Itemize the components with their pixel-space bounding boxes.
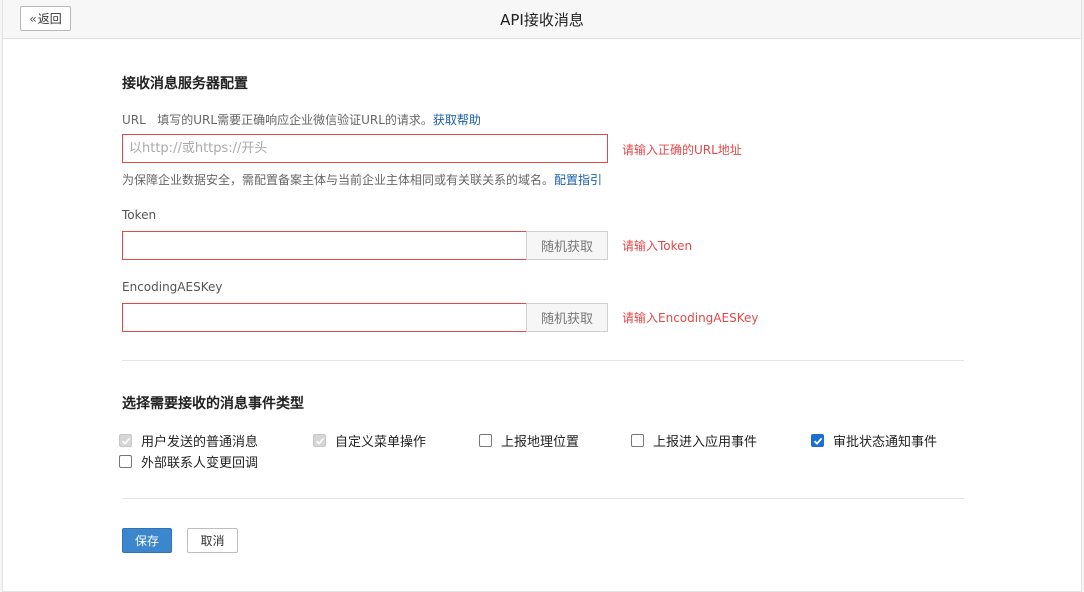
event-option-label: 外部联系人变更回调 bbox=[141, 456, 259, 471]
event-option-label: 用户发送的普通消息 bbox=[141, 435, 259, 450]
url-label: URL bbox=[122, 113, 146, 127]
aes-key-random-button[interactable]: 随机获取 bbox=[526, 303, 608, 332]
url-input-wrapper bbox=[122, 134, 608, 163]
checkbox-disabled-checked-icon bbox=[313, 434, 326, 447]
page-title: API接收消息 bbox=[500, 11, 584, 29]
event-option[interactable]: 自定义菜单操作 bbox=[313, 431, 426, 450]
event-option-label: 上报进入应用事件 bbox=[653, 435, 758, 450]
aes-key-error: 请输入EncodingAESKey bbox=[622, 311, 759, 325]
event-option[interactable]: 审批状态通知事件 bbox=[811, 431, 937, 450]
checkbox-unchecked-icon bbox=[479, 434, 492, 447]
event-option-label: 审批状态通知事件 bbox=[833, 435, 938, 450]
help-link[interactable]: 获取帮助 bbox=[433, 113, 481, 127]
checkbox-disabled-checked-icon bbox=[119, 434, 132, 447]
token-input-wrapper bbox=[122, 231, 527, 260]
page-frame: ‹‹ 返回 API接收消息 接收消息服务器配置 URL 填写的URL需要正确响应… bbox=[2, 0, 1082, 592]
url-note: 为保障企业数据安全，需配置备案主体与当前企业主体相同或有关联关系的域名。 bbox=[122, 173, 555, 187]
event-option-label: 自定义菜单操作 bbox=[335, 435, 427, 450]
checkbox-checked-icon bbox=[811, 434, 824, 447]
cancel-button[interactable]: 取消 bbox=[187, 528, 238, 553]
event-option[interactable]: 用户发送的普通消息 bbox=[119, 431, 258, 450]
event-option-label: 上报地理位置 bbox=[501, 435, 580, 450]
event-option[interactable]: 上报地理位置 bbox=[479, 431, 579, 450]
save-button[interactable]: 保存 bbox=[122, 528, 172, 553]
divider bbox=[122, 360, 964, 361]
aes-key-input-wrapper bbox=[122, 303, 527, 332]
events-title: 选择需要接收的消息事件类型 bbox=[122, 396, 304, 412]
divider bbox=[122, 498, 964, 499]
top-bar: ‹‹ 返回 API接收消息 bbox=[3, 0, 1081, 39]
checkbox-unchecked-icon bbox=[631, 434, 644, 447]
aes-key-input[interactable] bbox=[129, 304, 526, 331]
url-note-line: 为保障企业数据安全，需配置备案主体与当前企业主体相同或有关联关系的域名。配置指引 bbox=[122, 171, 602, 188]
token-input[interactable] bbox=[129, 232, 526, 259]
token-label: Token bbox=[122, 208, 157, 222]
url-error: 请输入正确的URL地址 bbox=[622, 143, 742, 157]
server-config-title: 接收消息服务器配置 bbox=[122, 76, 248, 92]
event-option[interactable]: 上报进入应用事件 bbox=[631, 431, 757, 450]
config-guide-link[interactable]: 配置指引 bbox=[554, 173, 602, 187]
token-random-button[interactable]: 随机获取 bbox=[526, 231, 608, 260]
checkbox-unchecked-icon bbox=[119, 455, 132, 468]
token-error: 请输入Token bbox=[622, 239, 693, 253]
url-hint-line: URL 填写的URL需要正确响应企业微信验证URL的请求。获取帮助 bbox=[122, 111, 481, 128]
event-option[interactable]: 外部联系人变更回调 bbox=[119, 452, 258, 471]
url-input[interactable] bbox=[129, 135, 607, 162]
aes-key-label: EncodingAESKey bbox=[122, 280, 223, 294]
url-hint: 填写的URL需要正确响应企业微信验证URL的请求。 bbox=[157, 113, 433, 127]
